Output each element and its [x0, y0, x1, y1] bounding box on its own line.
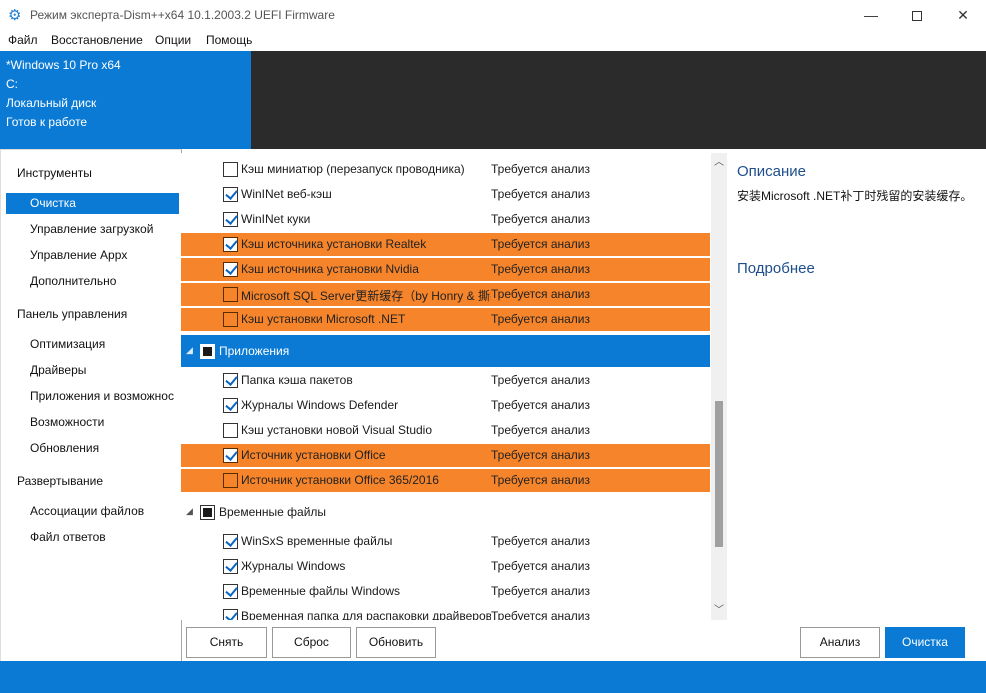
list-item[interactable]: Папка кэша пакетов Требуется анализ — [181, 369, 710, 392]
list-item[interactable]: Журналы Windows Требуется анализ — [181, 555, 710, 578]
minimize-button[interactable]: — — [848, 0, 894, 31]
sidebar-group-control-panel: Панель управления — [17, 307, 128, 321]
analyze-button[interactable]: Анализ — [800, 627, 880, 658]
sidebar: Инструменты Очистка Управление загрузкой… — [0, 149, 182, 661]
sidebar-group-tools: Инструменты — [17, 166, 92, 180]
more-info-link[interactable]: Подробнее — [737, 260, 815, 277]
sidebar-item-drivers[interactable]: Драйверы — [6, 360, 179, 381]
list-item[interactable]: WinSxS временные файлы Требуется анализ — [181, 530, 710, 553]
collapse-arrow-icon[interactable]: ◢ — [186, 506, 193, 517]
maximize-icon — [912, 11, 922, 22]
menu-help[interactable]: Помощь — [206, 33, 252, 47]
list-item[interactable]: WinINet куки Требуется анализ — [181, 208, 710, 231]
reset-button[interactable]: Сброс — [272, 627, 351, 658]
checkbox[interactable] — [223, 162, 238, 177]
checkbox[interactable] — [223, 559, 238, 574]
group-applications[interactable]: ◢ Приложения — [181, 335, 710, 367]
list-item[interactable]: Кэш установки новой Visual Studio Требуе… — [181, 419, 710, 442]
checkbox[interactable] — [223, 448, 238, 463]
uncheck-button[interactable]: Снять — [186, 627, 267, 658]
list-item[interactable]: Источник установки Office Требуется анал… — [181, 444, 710, 467]
status-bar — [0, 661, 986, 693]
group-checkbox[interactable] — [200, 344, 215, 359]
sidebar-item-capabilities[interactable]: Возможности — [6, 412, 179, 433]
window-title: Режим эксперта-Dism++x64 10.1.2003.2 UEF… — [30, 8, 335, 22]
sidebar-item-file-associations[interactable]: Ассоциации файлов — [6, 501, 179, 522]
session-list-area — [251, 51, 986, 149]
list-scrollbar[interactable]: ︿ ﹀ — [711, 153, 727, 620]
list-item[interactable]: Кэш источника установки Realtek Требуетс… — [181, 233, 710, 256]
sidebar-item-boot-manager[interactable]: Управление загрузкой — [6, 219, 179, 240]
checkbox[interactable] — [223, 423, 238, 438]
description-text: 安装Microsoft .NET补丁时残留的安装缓存。 — [737, 189, 973, 203]
checkbox[interactable] — [223, 609, 238, 620]
menu-options[interactable]: Опции — [155, 33, 191, 47]
group-temp-files[interactable]: ◢ Временные файлы — [181, 496, 710, 528]
sidebar-item-answer-file[interactable]: Файл ответов — [6, 527, 179, 548]
sidebar-item-optimization[interactable]: Оптимизация — [6, 334, 179, 355]
scroll-up-icon[interactable]: ︿ — [711, 155, 727, 171]
image-name: *Windows 10 Pro x64 — [6, 58, 121, 72]
list-item[interactable]: Кэш миниатюр (перезапуск проводника) Тре… — [181, 158, 710, 181]
list-item[interactable]: Кэш установки Microsoft .NET Требуется а… — [181, 308, 710, 331]
group-checkbox[interactable] — [200, 505, 215, 520]
sidebar-item-appx[interactable]: Управление Appx — [6, 245, 179, 266]
checkbox[interactable] — [223, 373, 238, 388]
description-panel: Описание 安装Microsoft .NET补丁时残留的安装缓存。 Под… — [727, 153, 986, 620]
list-item[interactable]: Источник установки Office 365/2016 Требу… — [181, 469, 710, 492]
sidebar-group-deployment: Развертывание — [17, 474, 104, 488]
refresh-button[interactable]: Обновить — [356, 627, 436, 658]
checkbox[interactable] — [223, 534, 238, 549]
checkbox[interactable] — [223, 398, 238, 413]
scroll-down-icon[interactable]: ﹀ — [711, 603, 727, 619]
checkbox[interactable] — [223, 262, 238, 277]
sidebar-item-apps-features[interactable]: Приложения и возможнос — [6, 386, 179, 407]
menu-bar: Файл Восстановление Опции Помощь — [0, 31, 986, 51]
status-text: Готов к работе — [6, 115, 88, 129]
list-item[interactable]: WinINet веб-кэш Требуется анализ — [181, 183, 710, 206]
sidebar-item-advanced[interactable]: Дополнительно — [6, 271, 179, 292]
checkbox[interactable] — [223, 584, 238, 599]
checkbox[interactable] — [223, 473, 238, 488]
clean-button[interactable]: Очистка — [885, 627, 965, 658]
collapse-arrow-icon[interactable]: ◢ — [186, 345, 193, 356]
drive-letter: C: — [6, 77, 18, 91]
cleanup-list[interactable]: Кэш миниатюр (перезапуск проводника) Тре… — [181, 153, 711, 620]
menu-file[interactable]: Файл — [8, 33, 38, 47]
sidebar-item-updates[interactable]: Обновления — [6, 438, 179, 459]
list-item[interactable]: Временная папка для распаковки драйверов… — [181, 605, 710, 620]
scrollbar-thumb[interactable] — [715, 401, 723, 547]
gear-icon: ⚙ — [8, 7, 22, 24]
maximize-button[interactable] — [894, 0, 940, 31]
list-item[interactable]: Журналы Windows Defender Требуется анали… — [181, 394, 710, 417]
checkbox[interactable] — [223, 237, 238, 252]
sidebar-item-cleanup[interactable]: Очистка — [6, 193, 179, 214]
checkbox[interactable] — [223, 187, 238, 202]
menu-restore[interactable]: Восстановление — [51, 33, 143, 47]
checkbox[interactable] — [223, 312, 238, 327]
drive-type: Локальный диск — [6, 96, 97, 110]
session-info-panel[interactable]: *Windows 10 Pro x64 C: Локальный диск Го… — [0, 51, 251, 149]
description-title: Описание — [737, 163, 807, 180]
title-bar: ⚙ Режим эксперта-Dism++x64 10.1.2003.2 U… — [0, 0, 986, 31]
close-button[interactable]: ✕ — [940, 0, 986, 31]
list-item[interactable]: Временные файлы Windows Требуется анализ — [181, 580, 710, 603]
checkbox[interactable] — [223, 212, 238, 227]
list-item[interactable]: Microsoft SQL Server更新缓存（by Honry & 撕裂 Т… — [181, 283, 710, 306]
checkbox[interactable] — [223, 287, 238, 302]
list-item[interactable]: Кэш источника установки Nvidia Требуется… — [181, 258, 710, 281]
